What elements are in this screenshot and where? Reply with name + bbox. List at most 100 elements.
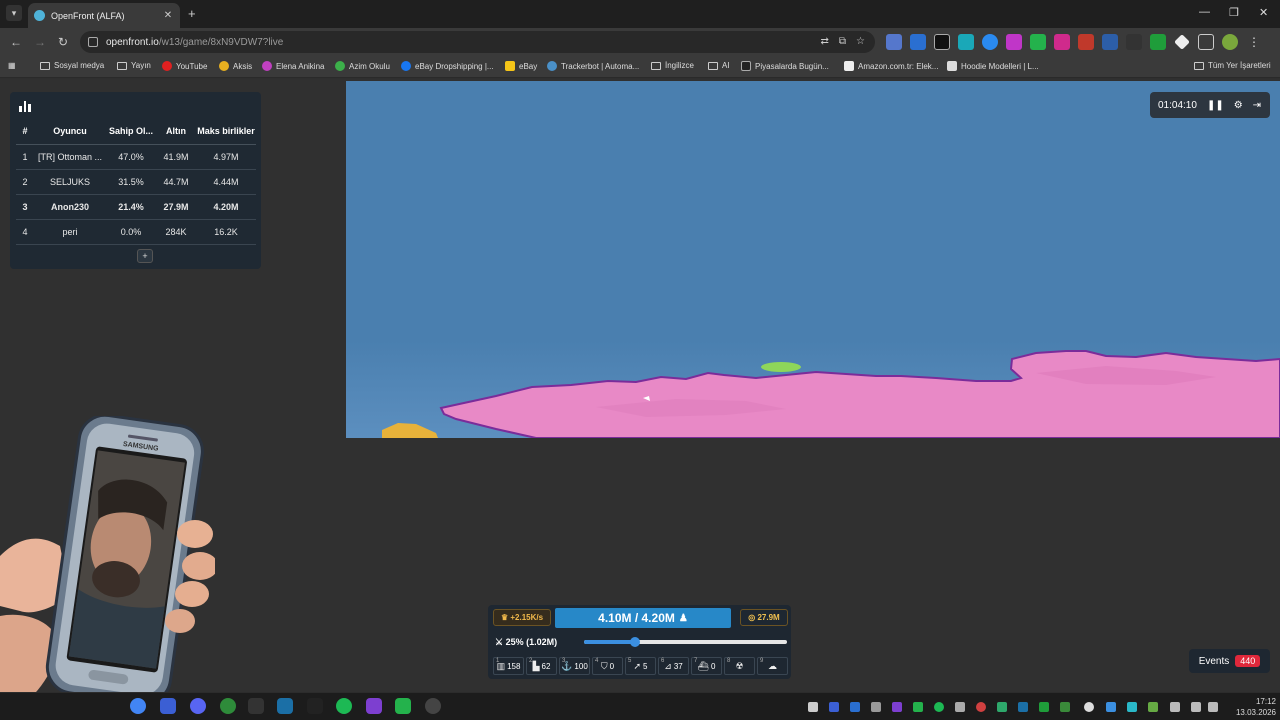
build-port-button[interactable]: 3 ⚓ 100 <box>559 657 590 675</box>
settings-gear-icon[interactable]: ⚙ <box>1234 100 1243 111</box>
extension-audio-icon[interactable] <box>910 34 926 50</box>
exit-game-icon[interactable]: ⇥ <box>1253 100 1261 111</box>
bookmark-item[interactable]: Yayın <box>117 61 151 70</box>
extension-blue-icon[interactable] <box>1102 34 1118 50</box>
tray-nvidia-icon[interactable] <box>1039 702 1049 712</box>
leaderboard-expand-button[interactable]: + <box>137 249 153 263</box>
extension-square-icon[interactable] <box>934 34 950 50</box>
extension-battery-icon[interactable] <box>1150 34 1166 50</box>
tray-network-icon[interactable] <box>1106 702 1116 712</box>
display-icon[interactable] <box>1191 702 1201 712</box>
all-bookmarks[interactable]: Tüm Yer İşaretleri <box>1194 61 1271 70</box>
extension-7-icon[interactable] <box>958 34 974 50</box>
col-owned[interactable]: Sahip Ol... <box>106 119 156 145</box>
events-button[interactable]: Events 440 <box>1189 649 1270 673</box>
apps-grid-icon[interactable]: ▦ <box>8 61 16 70</box>
build-city-button[interactable]: 1 ▥ 158 <box>493 657 524 675</box>
xbox-app-icon[interactable] <box>220 698 236 714</box>
address-bar[interactable]: openfront.io /w13/game/8xN9VDW7?live ⇄ ⧉… <box>80 31 875 53</box>
extension-translate-icon[interactable] <box>886 34 902 50</box>
back-icon[interactable]: ← <box>10 35 22 49</box>
tray-play-icon[interactable] <box>913 702 923 712</box>
volume-icon[interactable] <box>1208 702 1218 712</box>
build-factory-button[interactable]: 2 ▙ 62 <box>526 657 557 675</box>
bookmark-item[interactable]: eBay Dropshipping |... <box>401 61 494 71</box>
col-max-troops[interactable]: Maks birlikler <box>196 119 256 145</box>
table-row[interactable]: 4 peri 0.0% 284K 16.2K <box>16 219 256 245</box>
bookmark-item[interactable]: İngilizce <box>651 61 694 70</box>
close-window-icon[interactable]: ✕ <box>1259 6 1268 19</box>
build-defense-post-button[interactable]: 4 ⛉ 0 <box>592 657 623 675</box>
col-gold[interactable]: Altın <box>156 119 196 145</box>
tray-green-icon[interactable] <box>997 702 1007 712</box>
grid-app-icon[interactable] <box>366 698 382 714</box>
tray-red-icon[interactable] <box>976 702 986 712</box>
col-player[interactable]: Oyuncu <box>34 119 106 145</box>
leaderboard-chart-icon[interactable] <box>17 98 33 114</box>
game-map[interactable]: 01:04:10 ❚❚ ⚙ ⇥ <box>346 81 1280 438</box>
spotify-app-icon[interactable] <box>336 698 352 714</box>
system-clock[interactable]: 17:12 13.03.2026 <box>1224 696 1276 718</box>
tray-settings-icon[interactable] <box>1084 702 1094 712</box>
tray-steam-icon[interactable] <box>871 702 881 712</box>
translate-icon[interactable]: ⇄ <box>821 36 829 47</box>
steam-app-icon[interactable] <box>277 698 293 714</box>
install-app-icon[interactable]: ⧉ <box>839 36 846 47</box>
bookmark-star-icon[interactable]: ☆ <box>856 36 865 47</box>
bookmark-item[interactable]: AI <box>708 61 730 70</box>
bookmark-item[interactable]: Aksis <box>219 61 252 71</box>
new-tab-button[interactable]: + <box>188 6 196 21</box>
pause-icon[interactable]: ❚❚ <box>1207 100 1224 111</box>
build-missile-silo-button[interactable]: 5 ➚ 5 <box>625 657 656 675</box>
epic-games-app-icon[interactable] <box>248 698 264 714</box>
obs-app-icon[interactable] <box>425 698 441 714</box>
table-row[interactable]: 2 SELJUKS 31.5% 44.7M 4.44M <box>16 169 256 195</box>
play-app-icon[interactable] <box>395 698 411 714</box>
build-warship-button[interactable]: 7 ⛴ 0 <box>691 657 722 675</box>
tray-discord-icon[interactable] <box>808 702 818 712</box>
attack-ratio-handle[interactable] <box>629 637 640 647</box>
build-hydrogen-bomb-button[interactable]: 9 ☁ <box>757 657 788 675</box>
forward-icon[interactable]: → <box>34 35 46 49</box>
app-launcher-icon[interactable] <box>160 698 176 714</box>
build-sam-launcher-button[interactable]: 6 ⊿ 37 <box>658 657 689 675</box>
microphone-icon[interactable] <box>1170 702 1180 712</box>
tray-spotify-icon[interactable] <box>934 702 944 712</box>
browser-menu-icon[interactable]: ⋮ <box>1246 34 1262 50</box>
tray-grid-icon[interactable] <box>892 702 902 712</box>
bookmark-item[interactable]: Trackerbot | Automa... <box>547 61 639 71</box>
extension-red-icon[interactable] <box>1078 34 1094 50</box>
extension-diamond-icon[interactable] <box>1174 34 1190 50</box>
minimize-window-icon[interactable]: — <box>1199 6 1210 18</box>
attack-ratio-slider[interactable] <box>584 637 787 647</box>
extension-grey-icon[interactable] <box>1126 34 1142 50</box>
bookmark-item[interactable]: Amazon.com.tr: Elek... <box>844 61 938 71</box>
table-row[interactable]: 1 [TR] Ottoman ... 47.0% 41.9M 4.97M <box>16 144 256 170</box>
tray-bluetooth-icon[interactable] <box>850 702 860 712</box>
bookmark-item[interactable]: Hoodie Modelleri | L... <box>947 61 1039 71</box>
tab-search-button[interactable]: ▾ <box>6 5 22 21</box>
restore-window-icon[interactable]: ❐ <box>1229 6 1239 19</box>
tray-tool-icon[interactable] <box>955 702 965 712</box>
bookmark-item[interactable]: YouTube <box>162 61 207 71</box>
table-row-current-player[interactable]: 3 Anon230 21.4% 27.9M 4.20M <box>16 194 256 220</box>
bookmark-item[interactable]: Sosyal medya <box>40 61 104 70</box>
profile-avatar-icon[interactable] <box>1222 34 1238 50</box>
extension-green-icon[interactable] <box>1030 34 1046 50</box>
extension-shield-icon[interactable] <box>982 34 998 50</box>
terminal-app-icon[interactable] <box>307 698 323 714</box>
close-tab-icon[interactable]: ✕ <box>162 10 174 21</box>
site-info-icon[interactable] <box>88 37 98 47</box>
build-nuke-button[interactable]: 8 ☢ <box>724 657 755 675</box>
extensions-puzzle-icon[interactable] <box>1198 34 1214 50</box>
browser-tab[interactable]: OpenFront (ALFA) ✕ <box>28 3 180 28</box>
bookmark-item[interactable]: Azim Okulu <box>335 61 390 71</box>
col-rank[interactable]: # <box>16 119 34 145</box>
tray-app-icon[interactable] <box>829 702 839 712</box>
bookmark-item[interactable]: Piyasalarda Bugün... <box>741 61 829 71</box>
tray-steam2-icon[interactable] <box>1018 702 1028 712</box>
discord-app-icon[interactable] <box>190 698 206 714</box>
extension-pink-icon[interactable] <box>1054 34 1070 50</box>
tray-cloud-icon[interactable] <box>1127 702 1137 712</box>
reload-icon[interactable]: ↻ <box>58 35 68 49</box>
